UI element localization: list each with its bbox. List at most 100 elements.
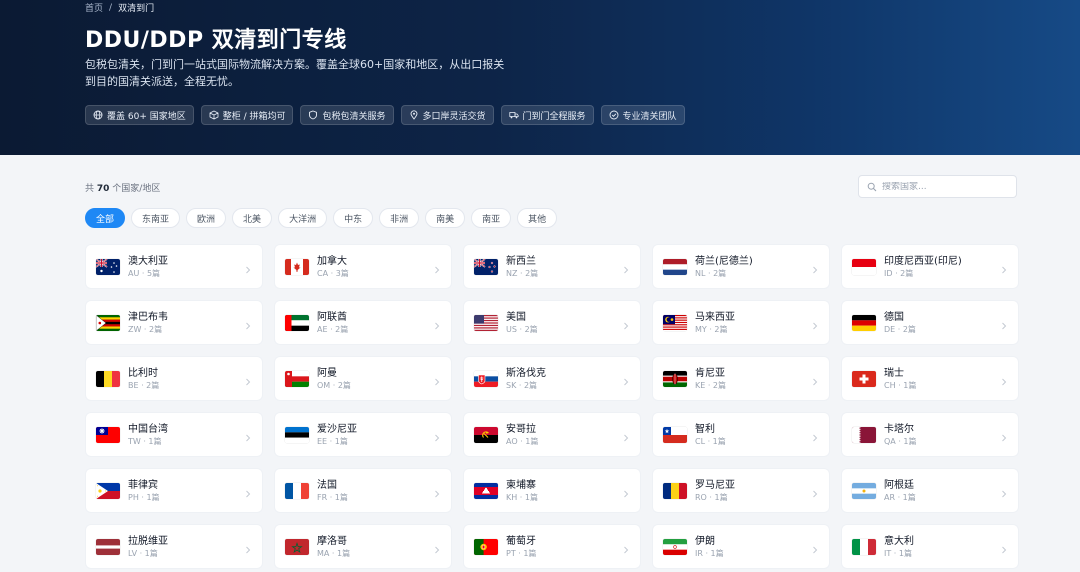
- filter-chip-southeast-asia[interactable]: 东南亚: [131, 208, 181, 228]
- country-name: 拉脱维亚: [128, 535, 168, 547]
- country-info: 法国 FR · 1篇: [317, 479, 348, 503]
- country-card[interactable]: 澳大利亚 AU · 5篇: [85, 244, 263, 289]
- country-card[interactable]: 斯洛伐克 SK · 2篇: [463, 356, 641, 401]
- country-info: 意大利 IT · 1篇: [884, 535, 914, 559]
- flag-icon: [474, 258, 498, 275]
- chevron-right-icon: [243, 317, 253, 330]
- chevron-right-icon: [810, 261, 820, 274]
- chevron-right-icon: [999, 261, 1009, 274]
- country-card[interactable]: 荷兰(尼德兰) NL · 2篇: [652, 244, 830, 289]
- country-card[interactable]: 阿联酋 AE · 2篇: [274, 300, 452, 345]
- country-card[interactable]: 阿根廷 AR · 1篇: [841, 468, 1019, 513]
- country-card[interactable]: 比利时 BE · 2篇: [85, 356, 263, 401]
- country-name: 荷兰(尼德兰): [695, 255, 753, 267]
- filter-chip-all[interactable]: 全部: [85, 208, 126, 228]
- flag-icon: [285, 482, 309, 499]
- filter-chip-oceania[interactable]: 大洋洲: [278, 208, 328, 228]
- globe-icon: [93, 110, 103, 120]
- flag-icon: [852, 538, 876, 555]
- country-card[interactable]: 意大利 IT · 1篇: [841, 524, 1019, 569]
- country-meta: OM · 2篇: [317, 380, 351, 390]
- country-card[interactable]: 拉脱维亚 LV · 1篇: [85, 524, 263, 569]
- country-card[interactable]: 中国台湾 TW · 1篇: [85, 412, 263, 457]
- result-count-prefix: 共: [85, 184, 95, 194]
- country-name: 菲律宾: [128, 479, 158, 491]
- country-card[interactable]: 法国 FR · 1篇: [274, 468, 452, 513]
- flag-icon: [474, 314, 498, 331]
- search-box[interactable]: [858, 175, 1017, 198]
- country-name: 肯尼亚: [695, 367, 725, 379]
- chevron-right-icon: [432, 373, 442, 386]
- country-card[interactable]: 德国 DE · 2篇: [841, 300, 1019, 345]
- country-card[interactable]: 罗马尼亚 RO · 1篇: [652, 468, 830, 513]
- flag-icon: [285, 426, 309, 443]
- box-icon: [209, 110, 219, 120]
- filter-chip-north-america[interactable]: 北美: [232, 208, 273, 228]
- country-card[interactable]: 摩洛哥 MA · 1篇: [274, 524, 452, 569]
- country-card[interactable]: 伊朗 IR · 1篇: [652, 524, 830, 569]
- country-card[interactable]: 安哥拉 AO · 1篇: [463, 412, 641, 457]
- country-meta: ID · 2篇: [884, 268, 914, 278]
- filter-chip-europe[interactable]: 欧洲: [186, 208, 227, 228]
- country-card[interactable]: 智利 CL · 1篇: [652, 412, 830, 457]
- country-card[interactable]: 阿曼 OM · 2篇: [274, 356, 452, 401]
- flag-icon: [96, 370, 120, 387]
- shield-icon: [308, 110, 318, 120]
- country-meta: AO · 1篇: [506, 436, 539, 446]
- feature-tag-label: 整柜 / 拼箱均可: [222, 111, 286, 122]
- filter-chip-south-america[interactable]: 南美: [425, 208, 466, 228]
- flag-icon: [663, 538, 687, 555]
- feature-tag-label: 多口岸灵活交货: [422, 111, 486, 122]
- country-name: 罗马尼亚: [695, 479, 735, 491]
- flag-icon: [474, 426, 498, 443]
- country-card[interactable]: 菲律宾 PH · 1篇: [85, 468, 263, 513]
- page-title: DDU/DDP 双清到门专线: [85, 28, 347, 53]
- country-info: 德国 DE · 2篇: [884, 311, 916, 335]
- result-count: 共 70 个国家/地区: [85, 181, 160, 194]
- country-info: 摩洛哥 MA · 1篇: [317, 535, 350, 559]
- country-card[interactable]: 津巴布韦 ZW · 2篇: [85, 300, 263, 345]
- country-info: 爱沙尼亚 EE · 1篇: [317, 423, 357, 447]
- country-info: 美国 US · 2篇: [506, 311, 538, 335]
- country-card[interactable]: 柬埔寨 KH · 1篇: [463, 468, 641, 513]
- chevron-right-icon: [621, 373, 631, 386]
- breadcrumb-home-link[interactable]: 首页: [85, 1, 103, 14]
- flag-icon: [96, 258, 120, 275]
- country-card[interactable]: 马来西亚 MY · 2篇: [652, 300, 830, 345]
- country-info: 荷兰(尼德兰) NL · 2篇: [695, 255, 753, 279]
- country-card[interactable]: 新西兰 NZ · 2篇: [463, 244, 641, 289]
- country-card[interactable]: 印度尼西亚(印尼) ID · 2篇: [841, 244, 1019, 289]
- country-meta: RO · 1篇: [695, 492, 728, 502]
- flag-icon: [663, 426, 687, 443]
- country-meta: PH · 1篇: [128, 492, 160, 502]
- country-name: 中国台湾: [128, 423, 168, 435]
- country-card[interactable]: 加拿大 CA · 3篇: [274, 244, 452, 289]
- feature-tags: 覆盖 60+ 国家地区 整柜 / 拼箱均可 包税包清关服务 多口岸灵活交货 门到…: [85, 105, 685, 125]
- country-card[interactable]: 葡萄牙 PT · 1篇: [463, 524, 641, 569]
- feature-tag-label: 专业清关团队: [622, 111, 677, 122]
- flag-icon: [474, 482, 498, 499]
- filter-chip-other[interactable]: 其他: [517, 208, 558, 228]
- country-meta: CH · 1篇: [884, 380, 917, 390]
- search-input[interactable]: [882, 181, 1002, 192]
- country-card[interactable]: 肯尼亚 KE · 2篇: [652, 356, 830, 401]
- country-name: 法国: [317, 479, 337, 491]
- filter-chip-africa[interactable]: 非洲: [379, 208, 420, 228]
- country-card[interactable]: 卡塔尔 QA · 1篇: [841, 412, 1019, 457]
- country-grid: 澳大利亚 AU · 5篇 加拿大 CA · 3篇 新西兰 NZ · 2篇 荷兰(尼德兰) NL…: [85, 244, 1019, 569]
- feature-tag: 整柜 / 拼箱均可: [200, 105, 294, 125]
- country-info: 卡塔尔 QA · 1篇: [884, 423, 917, 447]
- chevron-right-icon: [810, 373, 820, 386]
- flag-icon: [285, 538, 309, 555]
- filter-chip-middle-east[interactable]: 中东: [333, 208, 374, 228]
- country-info: 智利 CL · 1篇: [695, 423, 726, 447]
- flag-icon: [285, 314, 309, 331]
- chevron-right-icon: [999, 485, 1009, 498]
- country-card[interactable]: 爱沙尼亚 EE · 1篇: [274, 412, 452, 457]
- filter-chip-south-asia[interactable]: 南亚: [471, 208, 512, 228]
- country-info: 中国台湾 TW · 1篇: [128, 423, 168, 447]
- hero-banner: 首页 / 双清到门 DDU/DDP 双清到门专线 包税包清关，门到门一站式国际物…: [0, 0, 1080, 155]
- country-card[interactable]: 瑞士 CH · 1篇: [841, 356, 1019, 401]
- country-card[interactable]: 美国 US · 2篇: [463, 300, 641, 345]
- chevron-right-icon: [432, 429, 442, 442]
